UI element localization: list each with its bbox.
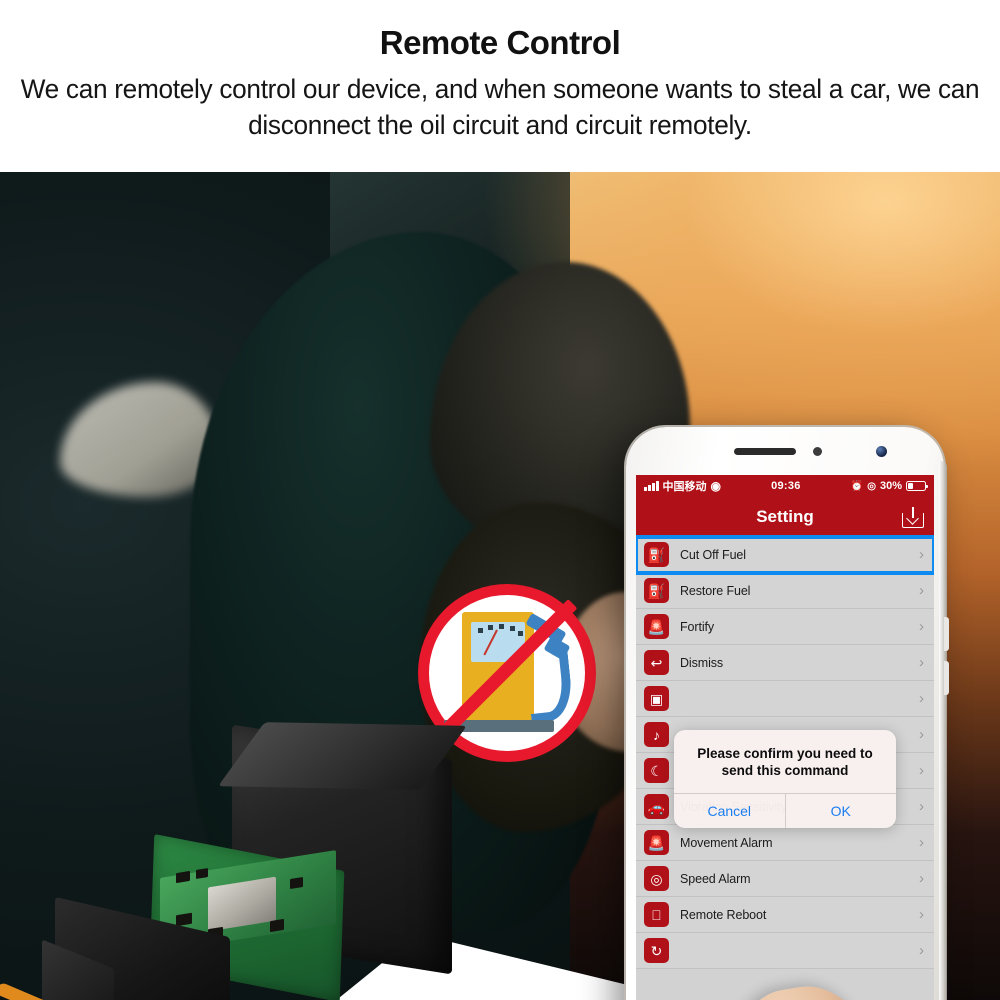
volume-up-button[interactable] [944,617,949,651]
page-subtitle: We can remotely control our device, and … [20,74,980,140]
hero-photo: 中国移动 ◉ 09:36 ⏰ ◎ 30% chevron-left-icon S… [0,172,1000,1000]
alarm-bell-icon: 🚨 [644,614,669,639]
proximity-sensor-icon [876,446,887,457]
remote-reboot-icon: ⎕ [644,902,669,927]
phone-screen: 中国移动 ◉ 09:36 ⏰ ◎ 30% chevron-left-icon S… [636,475,934,1000]
ok-button[interactable]: OK [784,793,897,828]
undo-arrow-icon: ↩ [644,650,669,675]
phone-edge [939,461,947,1000]
list-item-label: Restore Fuel [680,583,751,598]
list-item-speed-alarm[interactable]: ◎ Speed Alarm › [636,861,934,897]
wifi-icon: ◉ [710,479,721,493]
dialog-message: Please confirm you need to send this com… [697,746,873,779]
signal-bars-icon [644,481,659,491]
alarm-clock-icon: ⏰ [850,480,864,492]
chevron-right-icon: › [919,834,924,851]
chevron-right-icon: › [919,870,924,887]
fuel-restore-icon: ⛽ [644,578,669,603]
fuel-cut-icon: ⛽ [644,542,669,567]
download-tray-icon[interactable] [902,506,924,528]
chevron-right-icon: › [919,690,924,707]
status-bar: 中国移动 ◉ 09:36 ⏰ ◎ 30% [636,475,934,497]
page-root: Remote Control We can remotely control o… [0,0,1000,1000]
screen-title: Setting [756,507,814,526]
chevron-right-icon: › [919,762,924,779]
car-vibration-icon: 🚗 [644,794,669,819]
list-item-label: Dismiss [680,655,724,670]
list-item-label: Fortify [680,619,715,634]
earpiece-speaker [734,448,796,455]
status-time: 09:36 [771,480,801,492]
rotation-lock-icon: ◎ [867,480,876,492]
smartphone: 中国移动 ◉ 09:36 ⏰ ◎ 30% chevron-left-icon S… [626,427,949,1000]
chevron-right-icon: › [919,618,924,635]
list-item-dismiss[interactable]: ↩ Dismiss › [636,645,934,681]
list-item-movement-alarm[interactable]: 🚨 Movement Alarm › [636,825,934,861]
list-item-restore-fuel[interactable]: ⛽ Restore Fuel › [636,573,934,609]
list-item-hidden-1[interactable]: ▣ › [636,681,934,717]
movement-alarm-icon: 🚨 [644,830,669,855]
dialog-buttons: Cancel OK [674,792,897,828]
list-item-label: Cut Off Fuel [680,547,746,562]
list-item-fortify[interactable]: 🚨 Fortify › [636,609,934,645]
door-alarm-icon: ▣ [644,686,669,711]
chevron-right-icon: › [919,654,924,671]
chevron-right-icon: › [919,942,924,959]
cancel-button[interactable]: Cancel [674,794,785,828]
volume-down-button[interactable] [944,661,949,695]
front-camera-icon [813,447,822,456]
nav-bar: chevron-left-icon Setting [636,497,934,537]
page-title: Remote Control [379,24,621,61]
list-item-reset[interactable]: ↻ › [636,933,934,969]
list-item-cut-off-fuel[interactable]: ⛽ Cut Off Fuel › [636,535,934,575]
chevron-right-icon: › [919,798,924,815]
list-item-remote-reboot[interactable]: ⎕ Remote Reboot › [636,897,934,933]
banner: Remote Control We can remotely control o… [0,0,1000,172]
list-item-label: Speed Alarm [680,871,751,886]
battery-icon [906,481,929,491]
list-item-label: Remote Reboot [680,907,767,922]
chevron-right-icon: › [919,726,924,743]
list-item-label: Movement Alarm [680,835,773,850]
sleep-mode-icon: ☾ [644,758,669,783]
chevron-right-icon: › [919,906,924,923]
chevron-right-icon: › [919,582,924,599]
carrier-label: 中国移动 [662,481,707,493]
sound-alarm-icon: ♪ [644,722,669,747]
location-pin-icon: ◎ [644,866,669,891]
reset-icon: ↻ [644,938,669,963]
battery-percent-label: 30% [879,480,902,492]
chevron-right-icon: › [919,546,924,563]
confirm-dialog: Please confirm you need to send this com… [674,730,896,828]
